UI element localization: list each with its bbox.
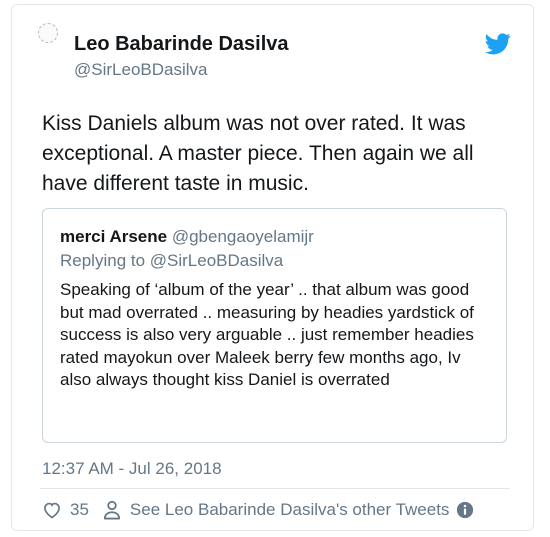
tweet-card: Leo Babarinde Dasilva @SirLeoBDasilva Ki… (11, 4, 534, 531)
quoted-tweet[interactable]: merci Arsene @gbengaoyelamijr Replying t… (42, 208, 507, 443)
quoted-author: merci Arsene @gbengaoyelamijr (60, 227, 314, 247)
person-icon (103, 500, 121, 520)
tweet-actions: 35 See Leo Babarinde Dasilva's other Twe… (42, 498, 474, 522)
like-count[interactable]: 35 (70, 500, 89, 520)
quoted-author-handle[interactable]: @gbengaoyelamijr (172, 227, 314, 246)
quoted-author-name[interactable]: merci Arsene (60, 227, 167, 246)
avatar[interactable] (38, 23, 58, 43)
divider (40, 488, 510, 489)
replying-to[interactable]: Replying to @SirLeoBDasilva (60, 251, 283, 271)
author-name[interactable]: Leo Babarinde Dasilva (74, 33, 289, 56)
heart-icon[interactable] (42, 500, 62, 520)
other-tweets-link[interactable]: See Leo Babarinde Dasilva's other Tweets (130, 500, 450, 520)
quoted-text: Speaking of ‘album of the year’ .. that … (60, 280, 474, 389)
tweet-text: Kiss Daniels album was not over rated. I… (42, 112, 474, 195)
tweet-timestamp[interactable]: 12:37 AM - Jul 26, 2018 (42, 459, 222, 479)
author-handle[interactable]: @SirLeoBDasilva (74, 60, 207, 80)
twitter-bird-icon[interactable] (485, 33, 511, 55)
info-icon[interactable] (456, 501, 474, 519)
